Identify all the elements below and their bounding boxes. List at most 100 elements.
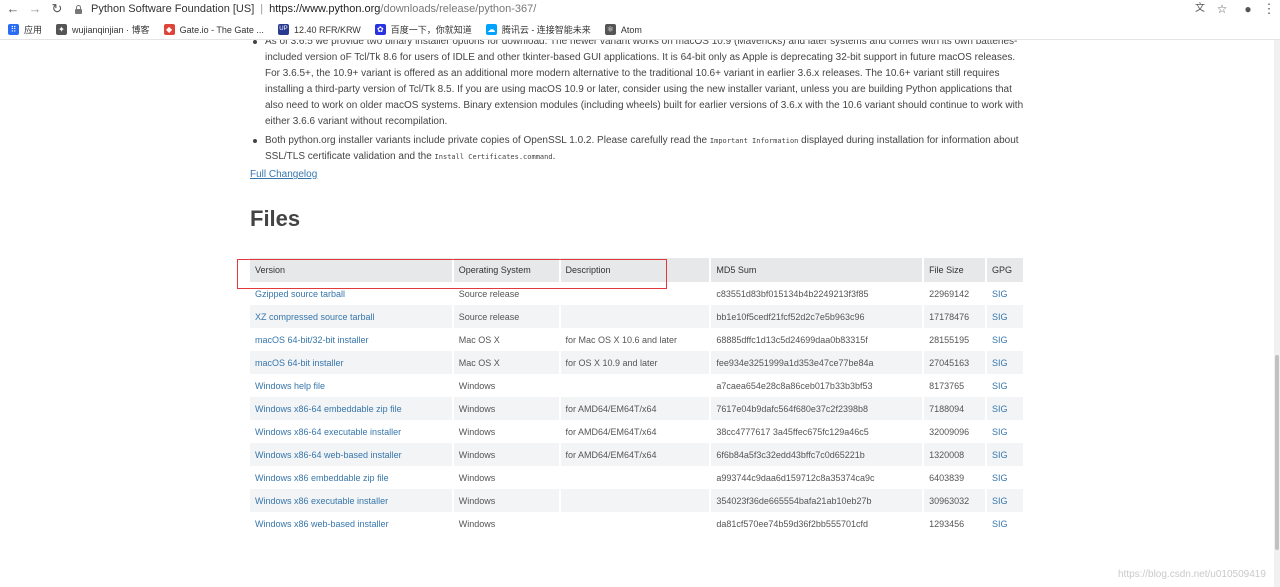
file-version-link-cell: Windows x86-64 embeddable zip file xyxy=(250,397,454,420)
site-name: Python Software Foundation [US] xyxy=(91,3,255,15)
bookmark-label: wujianqinjian · 博客 xyxy=(72,25,150,35)
files-table-body: Gzipped source tarball Source release c835… xyxy=(250,282,1026,535)
file-md5-cell: bb1e10f5cedf21fcf52d2c7e5b963c96 xyxy=(710,305,925,328)
file-size-cell: 8173765 xyxy=(923,374,987,397)
file-os-cell: Windows xyxy=(452,466,561,489)
file-os-cell: Source release xyxy=(452,305,561,328)
table-row: Windows x86-64 embeddable zip file Window… xyxy=(250,397,1026,420)
file-version-link[interactable]: Windows x86-64 executable installer xyxy=(255,427,401,437)
scrollbar-thumb[interactable] xyxy=(1275,355,1279,550)
file-size-cell: 7188094 xyxy=(923,397,987,420)
file-description: for AMD64/EM64T/x64 xyxy=(565,449,657,460)
file-os-cell: Mac OS X xyxy=(452,351,561,374)
bookmark-item[interactable]: ⚛ Atom xyxy=(604,24,642,35)
star-icon[interactable]: ☆ xyxy=(1214,0,1230,18)
gpg-sig-link[interactable]: SIG xyxy=(992,450,1008,460)
file-md5: 6f6b84a5f3c32edd43bffc7c0d65221b xyxy=(716,449,865,460)
install-certificates-code: Install Certificates.command xyxy=(434,153,553,161)
file-size: 22969142 xyxy=(929,288,970,299)
back-arrow-icon[interactable]: ← xyxy=(4,0,22,18)
file-md5: 354023f36de665554bafa21ab10eb27b xyxy=(716,495,872,506)
note-installer-variants: As of 3.6.5 we provide two binary instal… xyxy=(250,40,1025,130)
file-description-cell: for Mac OS X 10.6 and later xyxy=(559,328,712,351)
file-os-cell: Windows xyxy=(452,374,561,397)
file-version-link[interactable]: Windows x86-64 web-based installer xyxy=(255,450,402,460)
file-version-link[interactable]: Windows x86 web-based installer xyxy=(255,519,389,529)
file-size-cell: 1320008 xyxy=(923,443,987,466)
bookmark-item[interactable]: ✦ wujianqinjian · 博客 xyxy=(56,23,150,36)
table-row: Windows x86 web-based installer Windows da… xyxy=(250,512,1026,535)
file-version-link-cell: Windows help file xyxy=(250,374,454,397)
file-version-link-cell: macOS 64-bit/32-bit installer xyxy=(250,328,454,351)
file-size: 32009096 xyxy=(929,426,970,437)
file-version-link[interactable]: Windows x86 embeddable zip file xyxy=(255,473,389,483)
file-size: 6403839 xyxy=(929,472,965,483)
gpg-sig-link[interactable]: SIG xyxy=(992,496,1008,506)
file-os: Windows xyxy=(458,449,496,460)
file-os-cell: Windows xyxy=(452,420,561,443)
file-md5-cell: da81cf570ee74b59d36f2bb555701cfd xyxy=(710,512,925,535)
table-row: Windows x86-64 web-based installer Window… xyxy=(250,443,1026,466)
gpg-sig-link[interactable]: SIG xyxy=(992,404,1008,414)
file-version-link[interactable]: Windows x86 executable installer xyxy=(255,496,388,506)
file-version-link[interactable]: macOS 64-bit installer xyxy=(255,358,344,368)
gpg-sig-link[interactable]: SIG xyxy=(992,427,1008,437)
address-bar[interactable]: Python Software Foundation [US] | https:… xyxy=(74,0,1184,18)
file-description-cell xyxy=(559,305,712,328)
file-version-link[interactable]: XZ compressed source tarball xyxy=(255,312,375,322)
bookmark-label: 12.40 RFR/KRW xyxy=(293,24,361,35)
gpg-sig-link[interactable]: SIG xyxy=(992,289,1008,299)
bookmark-item[interactable]: ✿ 百度一下，你就知道 xyxy=(374,23,472,36)
gpg-sig-link[interactable]: SIG xyxy=(992,519,1008,529)
gpg-sig-link[interactable]: SIG xyxy=(992,335,1008,345)
bookmark-item[interactable]: ◆ Gate.io - The Gate ... xyxy=(163,24,264,35)
file-version-link[interactable]: Windows x86-64 embeddable zip file xyxy=(255,404,402,414)
file-description-cell: for OS X 10.9 and later xyxy=(559,351,712,374)
table-row: Windows x86 executable installer Windows 3… xyxy=(250,489,1026,512)
files-heading: Files xyxy=(250,206,301,231)
translate-icon[interactable]: 文 xyxy=(1192,0,1208,18)
gpg-sig-link-cell: SIG xyxy=(985,397,1026,420)
file-os-cell: Windows xyxy=(452,512,561,535)
bookmark-label: 腾讯云 - 连接智能未来 xyxy=(501,25,591,35)
bookmark-item[interactable]: ☁ 腾讯云 - 连接智能未来 xyxy=(485,23,591,36)
file-size: 28155195 xyxy=(929,334,970,345)
file-version-link[interactable]: macOS 64-bit/32-bit installer xyxy=(255,335,369,345)
important-information-code: Important Information xyxy=(709,137,799,145)
file-md5-cell: 7617e04b9dafc564f680e37c2f2398b8 xyxy=(710,397,925,420)
account-icon[interactable]: ● xyxy=(1240,0,1256,18)
file-version-link[interactable]: Windows help file xyxy=(255,381,325,391)
page-viewport: As of 3.6.5 we provide two binary instal… xyxy=(0,40,1274,587)
file-size: 1293456 xyxy=(929,518,965,529)
file-md5-cell: 68885dffc1d13c5d24699daa0b83315f xyxy=(710,328,925,351)
forward-arrow-icon[interactable]: → xyxy=(26,0,44,18)
gpg-sig-link-cell: SIG xyxy=(985,466,1026,489)
file-size: 27045163 xyxy=(929,357,970,368)
bookmarks-bar: ⠿ 应用 ✦ wujianqinjian · 博客 ◆ Gate.io - The Gat… xyxy=(0,20,1280,40)
table-row: Gzipped source tarball Source release c835… xyxy=(250,282,1026,305)
gpg-sig-link[interactable]: SIG xyxy=(992,473,1008,483)
bookmark-item[interactable]: ⠿ 应用 xyxy=(8,23,42,36)
gpg-sig-link-cell: SIG xyxy=(985,443,1026,466)
file-version-link[interactable]: Gzipped source tarball xyxy=(255,289,345,299)
gpg-sig-link[interactable]: SIG xyxy=(992,312,1008,322)
file-description: for AMD64/EM64T/x64 xyxy=(565,403,657,414)
file-size: 17178476 xyxy=(929,311,970,322)
file-os: Windows xyxy=(458,472,496,483)
menu-icon[interactable]: ⋮ xyxy=(1261,0,1277,18)
file-size: 8173765 xyxy=(929,380,965,391)
bookmark-item[interactable]: UP 12.40 RFR/KRW xyxy=(277,24,361,35)
reload-icon[interactable]: ↻ xyxy=(48,0,66,18)
file-md5-cell: 38cc4777617 3a45ffec675fc129a46c5 xyxy=(710,420,925,443)
file-description: for OS X 10.9 and later xyxy=(565,357,658,368)
note-openssl-text-a: Both python.org installer variants inclu… xyxy=(265,135,710,146)
address-separator: | xyxy=(260,3,264,15)
gpg-sig-link[interactable]: SIG xyxy=(992,381,1008,391)
file-os-cell: Source release xyxy=(452,282,561,305)
table-row: macOS 64-bit/32-bit installer Mac OS X for… xyxy=(250,328,1026,351)
gpg-sig-link-cell: SIG xyxy=(985,512,1026,535)
gpg-sig-link[interactable]: SIG xyxy=(992,358,1008,368)
full-changelog-link[interactable]: Full Changelog xyxy=(250,167,317,183)
file-version-link-cell: Gzipped source tarball xyxy=(250,282,454,305)
release-content: As of 3.6.5 we provide two binary instal… xyxy=(250,40,1026,535)
